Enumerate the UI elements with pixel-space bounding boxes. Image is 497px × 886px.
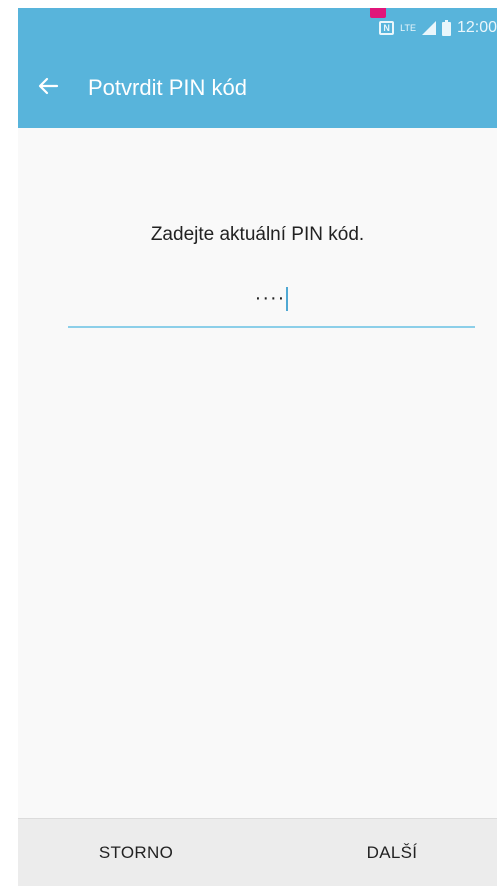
next-button[interactable]: DALŠÍ: [292, 819, 492, 886]
lte-icon: LTE: [400, 22, 416, 33]
bottom-action-bar: STORNO DALŠÍ: [18, 818, 497, 886]
status-bar: N LTE 12:00: [18, 8, 497, 48]
app-bar: Potvrdit PIN kód: [18, 48, 497, 128]
status-time: 12:00: [456, 19, 497, 36]
pin-input[interactable]: ····: [68, 280, 475, 328]
text-caret: [286, 286, 289, 311]
battery-icon: [441, 20, 451, 36]
back-button[interactable]: [32, 72, 64, 104]
signal-icon: [421, 21, 436, 35]
main-content: Zadejte aktuální PIN kód. ····: [18, 128, 497, 818]
pin-masked-value: ····: [254, 287, 286, 309]
page-title: Potvrdit PIN kód: [88, 75, 247, 100]
phone-screen: N LTE 12:00 Potvrdit PIN kód Zadejte akt…: [18, 8, 497, 886]
arrow-left-icon: [37, 75, 59, 102]
cancel-button[interactable]: STORNO: [36, 819, 236, 886]
status-icons: N LTE 12:00: [379, 18, 497, 38]
pin-prompt: Zadejte aktuální PIN kód.: [150, 224, 365, 245]
notification-indicator: [370, 8, 386, 18]
nfc-icon: N: [379, 21, 395, 35]
pin-value: ····: [68, 284, 475, 312]
